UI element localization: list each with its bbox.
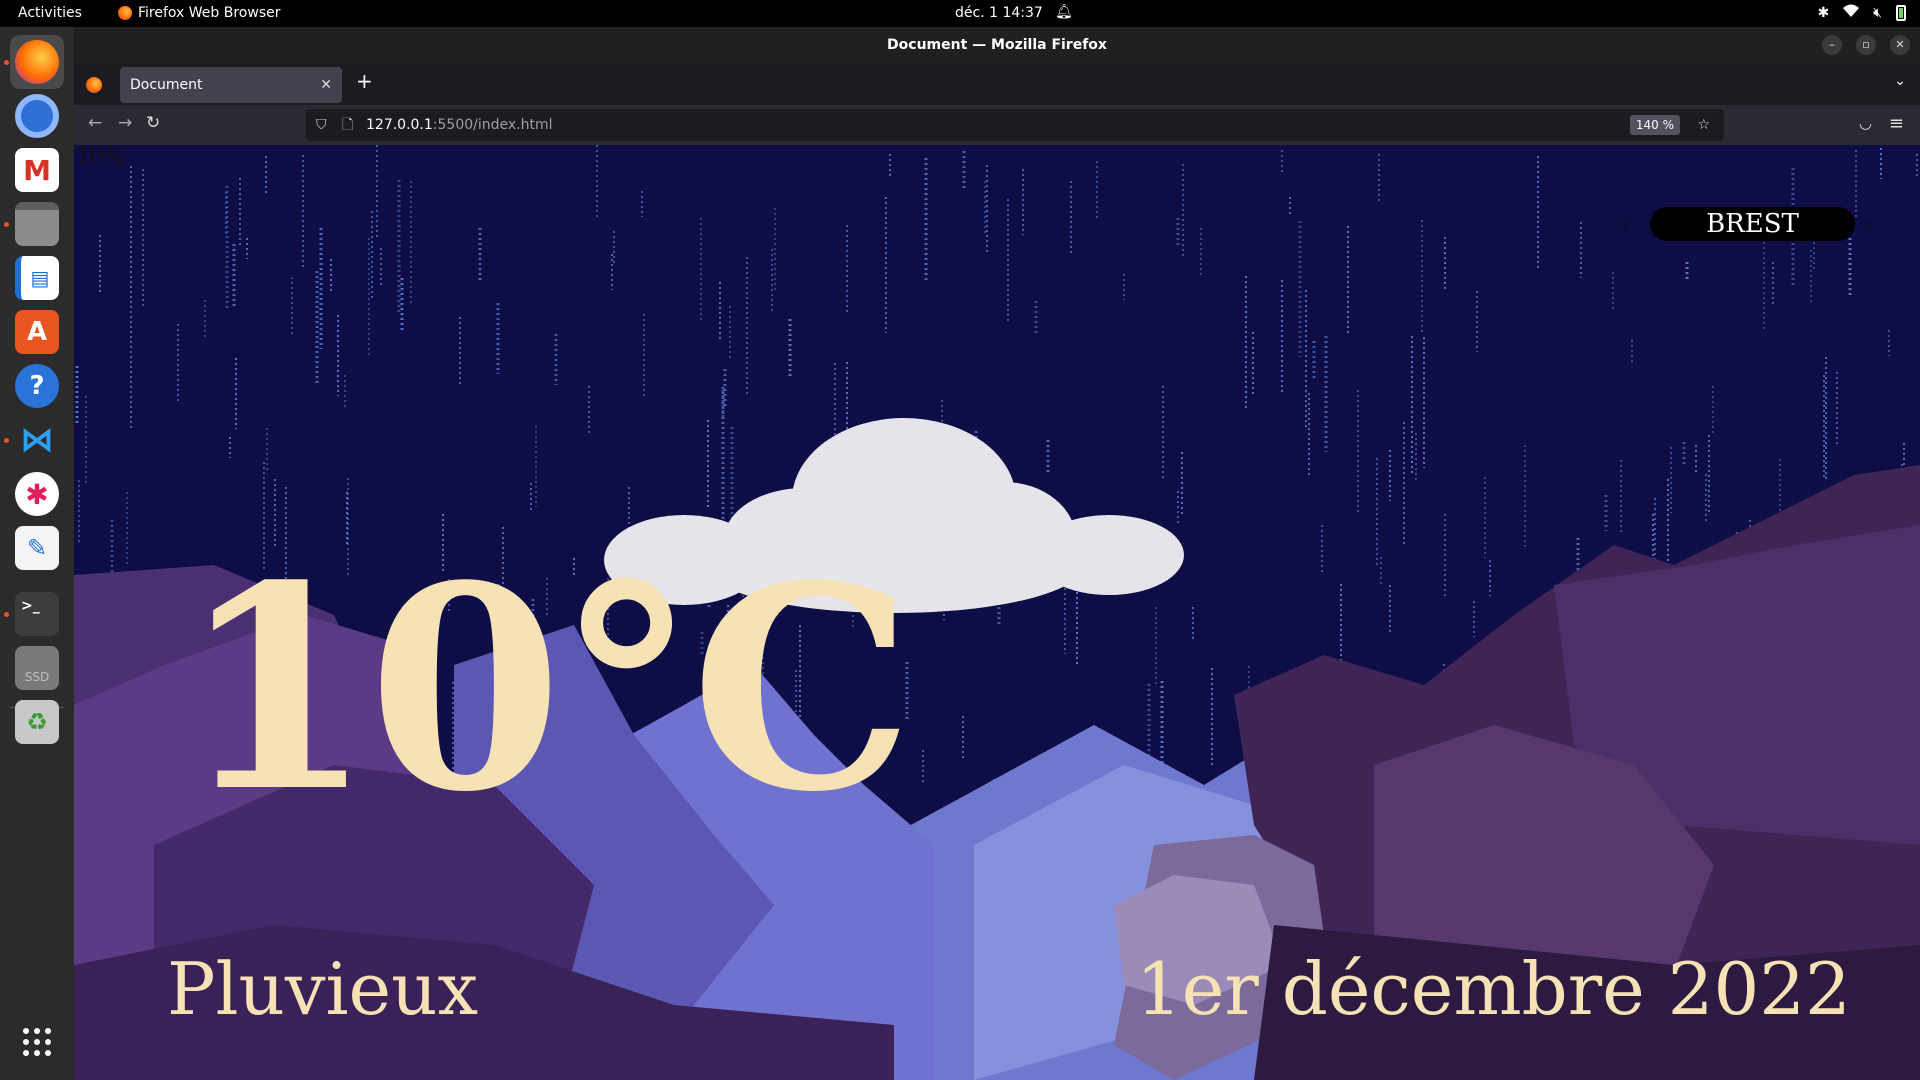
temperature-display: 10°C	[179, 525, 913, 854]
page-icon[interactable]: 🗋︎	[342, 109, 353, 141]
navigation-toolbar: ← → ↻ ⛉ 🗋︎ 127.0.0.1:5500/index.html 140…	[74, 105, 1920, 145]
dock-vscode[interactable]: ⋈	[10, 413, 64, 467]
tab-bar: Document ✕ + ⌄	[74, 63, 1920, 105]
maximize-button[interactable]: ▫	[1856, 35, 1876, 55]
weather-condition: Pluvieux	[167, 947, 479, 1031]
close-window-button[interactable]: ✕	[1890, 35, 1910, 55]
gmail-icon: M	[15, 148, 59, 192]
dock-app-center[interactable]: A	[10, 305, 64, 359]
pocket-icon[interactable]: ◡	[1859, 114, 1872, 132]
tab-document[interactable]: Document ✕	[120, 67, 342, 103]
activities-button[interactable]: Activities	[18, 5, 82, 21]
close-tab-icon[interactable]: ✕	[320, 67, 332, 103]
dock-trash[interactable]: ♻	[10, 695, 64, 749]
zoom-indicator[interactable]: 140 %	[1629, 115, 1680, 135]
window-title: Document — Mozilla Firefox	[887, 37, 1107, 53]
wifi-icon[interactable]	[1843, 4, 1860, 22]
firefox-icon	[118, 6, 132, 20]
app-menu[interactable]: Firefox Web Browser	[118, 5, 281, 21]
writer-icon: ▤	[15, 256, 59, 300]
firefox-view-icon[interactable]	[86, 77, 102, 93]
list-tabs-chevron-icon[interactable]: ⌄	[1894, 73, 1906, 89]
web-page-content: 10% ‹ BREST › 10°C Pluvieux 1er décembre…	[74, 145, 1920, 1080]
dock-help[interactable]: ?	[10, 359, 64, 413]
volume-icon[interactable]: 🔇︎	[1873, 5, 1882, 21]
window-controls: – ▫ ✕	[1822, 35, 1910, 55]
dock-firefox[interactable]	[10, 35, 64, 89]
dock-ssd-drive[interactable]: SSD	[10, 641, 64, 695]
dock-terminal[interactable]: >_	[10, 587, 64, 641]
grid-icon	[23, 1028, 51, 1056]
terminal-icon: >_	[15, 592, 59, 636]
running-indicator	[4, 60, 9, 65]
dock-slack[interactable]: ✱	[10, 467, 64, 521]
bookmark-star-icon[interactable]: ☆	[1697, 109, 1710, 141]
tab-title: Document	[130, 77, 203, 93]
system-tray[interactable]: ✱ 🔇︎	[1817, 4, 1906, 22]
dock-show-apps[interactable]	[10, 1015, 64, 1069]
running-indicator	[4, 438, 9, 443]
url-text[interactable]: 127.0.0.1:5500/index.html	[366, 109, 553, 141]
vscode-icon: ⋈	[20, 420, 54, 460]
files-icon	[15, 202, 59, 246]
minimize-button[interactable]: –	[1822, 35, 1842, 55]
running-indicator	[4, 612, 9, 617]
hamburger-menu-icon[interactable]: ≡	[1889, 113, 1904, 134]
firefox-window: Document — Mozilla Firefox – ▫ ✕ Documen…	[74, 27, 1920, 1080]
text-editor-icon: ✎	[15, 526, 59, 570]
clock[interactable]: déc. 1 14:37	[955, 5, 1043, 21]
dock-text-editor[interactable]: ✎	[10, 521, 64, 575]
bell-icon[interactable]: 🔔︎	[1055, 4, 1073, 20]
url-path: :5500/index.html	[432, 117, 553, 133]
dock-gmail[interactable]: M	[10, 143, 64, 197]
running-indicator	[4, 222, 9, 227]
shield-icon[interactable]: ⛉	[316, 109, 327, 141]
app-center-icon: A	[15, 310, 59, 354]
city-name: BREST	[1650, 207, 1855, 241]
next-city-button[interactable]: ›	[1862, 207, 1873, 240]
trash-icon: ♻	[15, 700, 59, 744]
reload-button[interactable]: ↻	[146, 113, 160, 133]
new-tab-button[interactable]: +	[356, 69, 373, 93]
back-button[interactable]: ←	[88, 113, 102, 133]
slack-icon: ✱	[15, 472, 59, 516]
dock-writer[interactable]: ▤	[10, 251, 64, 305]
slack-tray-icon[interactable]: ✱	[1817, 5, 1829, 21]
system-top-bar: Activities Firefox Web Browser déc. 1 14…	[0, 0, 1920, 27]
url-host: 127.0.0.1	[366, 117, 433, 133]
chromium-icon	[15, 94, 59, 138]
city-selector: ‹ BREST ›	[1620, 205, 1880, 245]
dock-files[interactable]	[10, 197, 64, 251]
previous-city-button[interactable]: ‹	[1620, 207, 1631, 240]
url-bar[interactable]: ⛉ 🗋︎ 127.0.0.1:5500/index.html 140 % ☆	[306, 109, 1724, 141]
forward-button[interactable]: →	[118, 113, 132, 133]
firefox-icon	[15, 40, 59, 84]
battery-icon[interactable]	[1896, 5, 1906, 21]
loading-percentage: 10%	[76, 145, 125, 170]
dock: M ▤ A ? ⋈ ✱ ✎ >_ SSD ♻	[0, 27, 74, 1080]
current-date: 1er décembre 2022	[1136, 947, 1851, 1031]
dock-chromium[interactable]	[10, 89, 64, 143]
drive-icon: SSD	[15, 646, 59, 690]
window-titlebar[interactable]: Document — Mozilla Firefox – ▫ ✕	[74, 27, 1920, 63]
help-icon: ?	[15, 364, 59, 408]
app-name-label: Firefox Web Browser	[138, 5, 281, 21]
